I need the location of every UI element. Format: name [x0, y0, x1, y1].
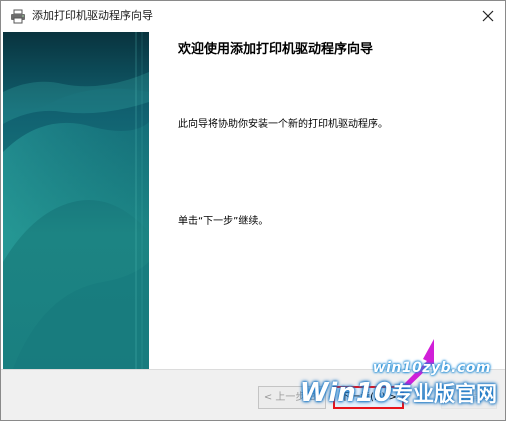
wizard-description: 此向导将协助你安装一个新的打印机驱动程序。 [178, 119, 388, 130]
wizard-heading: 欢迎使用添加打印机驱动程序向导 [178, 42, 374, 57]
wizard-footer [1, 370, 505, 420]
printer-icon [10, 9, 26, 24]
wizard-hint: 单击“下一步”继续。 [178, 216, 269, 227]
title-bar[interactable]: 添加打印机驱动程序向导 [1, 1, 505, 31]
cancel-button[interactable]: 取消 [441, 386, 497, 409]
wizard-side-banner [3, 32, 149, 369]
close-icon [482, 10, 494, 22]
window-title: 添加打印机驱动程序向导 [32, 9, 153, 22]
close-button[interactable] [473, 1, 503, 31]
wizard-window: 添加打印机驱动程序向导 欢迎使用添加打印机驱动程序向导 此向导将协助你安装一个新… [0, 0, 506, 421]
next-button[interactable]: 下一步(N) > [333, 386, 404, 409]
back-button[interactable]: < 上一步(B) [258, 386, 326, 409]
